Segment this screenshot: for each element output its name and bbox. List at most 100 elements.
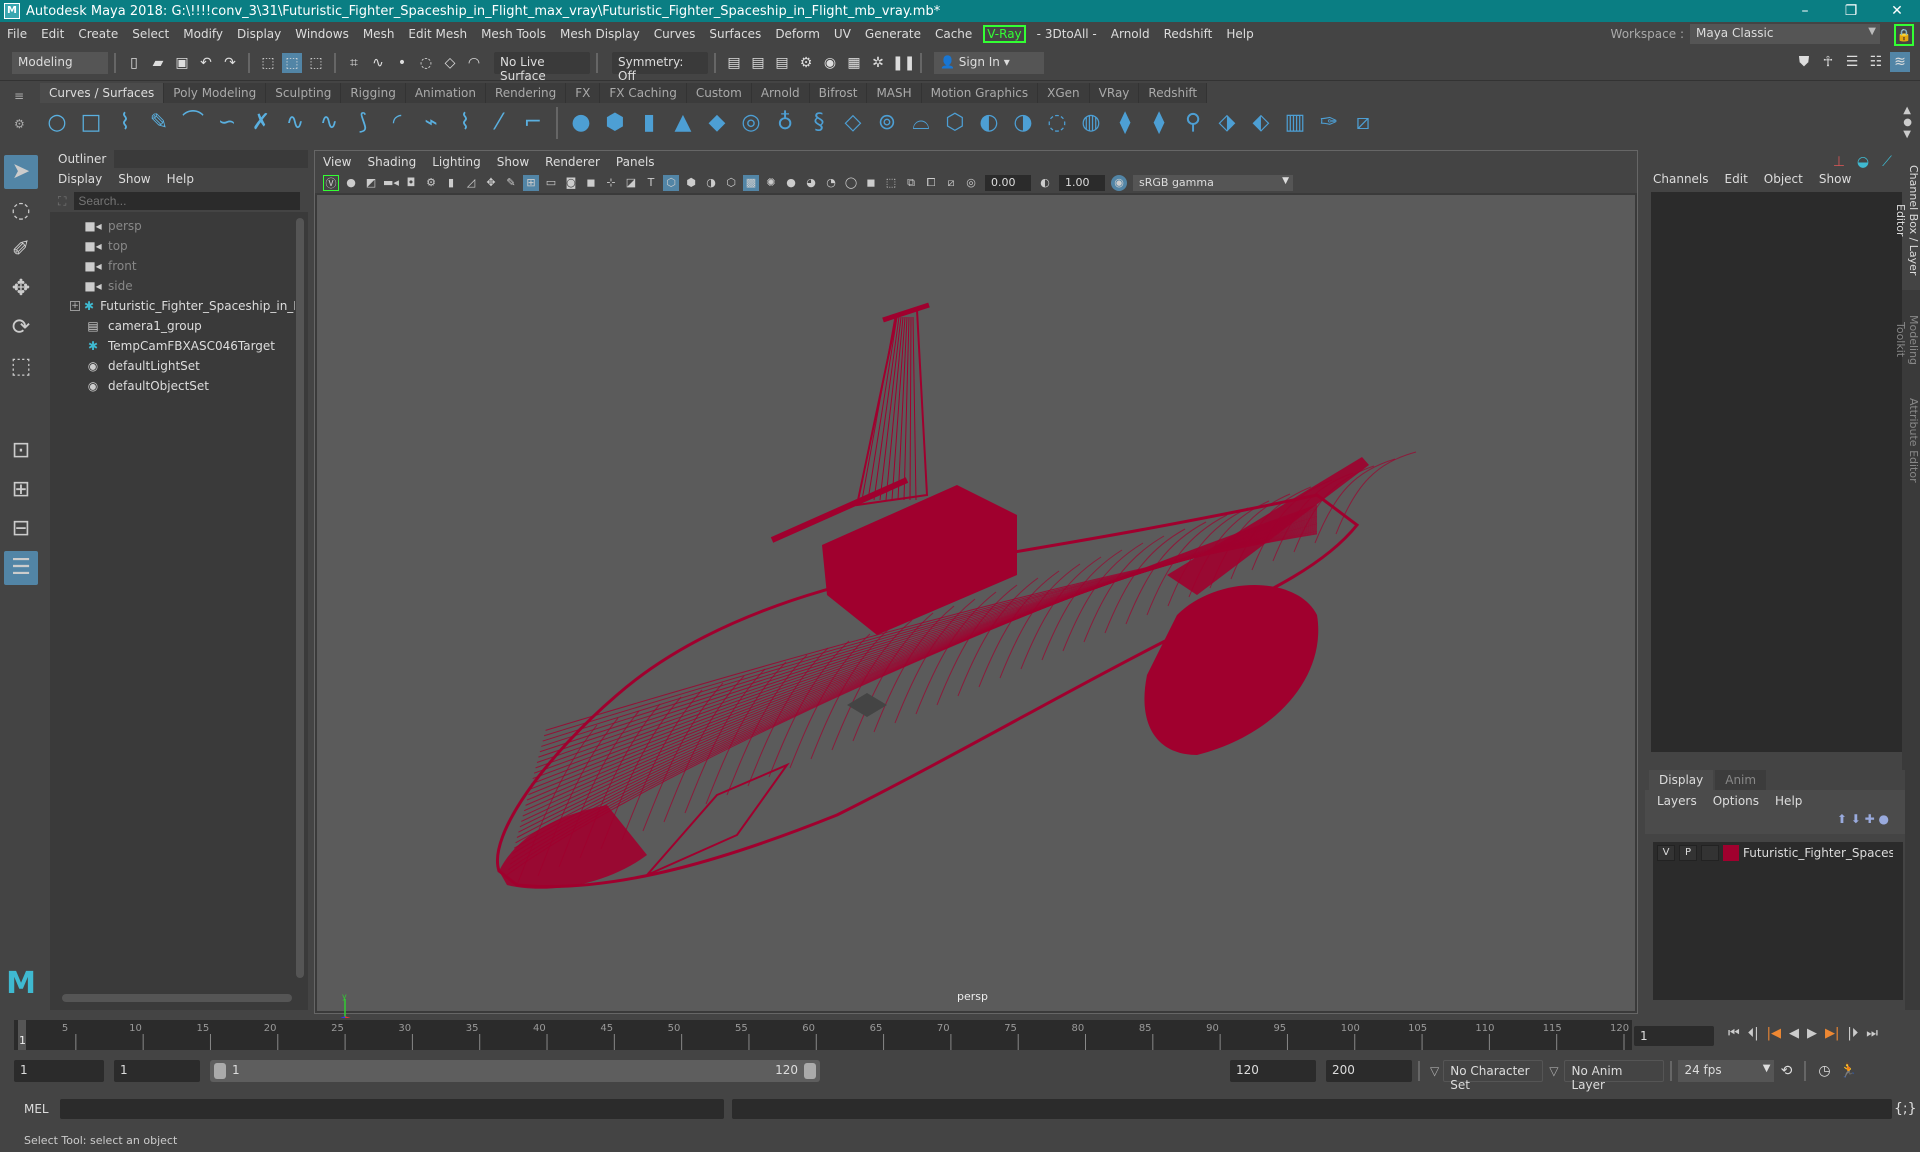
extend-surface-icon[interactable]: ⬖	[1248, 110, 1274, 136]
loft-icon[interactable]: §	[806, 110, 832, 136]
layer-color-swatch[interactable]	[1723, 845, 1739, 861]
outliner-menu-help[interactable]: Help	[167, 172, 194, 186]
viewport-menu-view[interactable]: View	[323, 155, 351, 169]
shelf-tab-rigging[interactable]: Rigging	[341, 83, 406, 103]
nurbs-sphere-icon[interactable]: ●	[568, 110, 594, 136]
snap-grid-icon[interactable]: ⌗	[344, 53, 364, 73]
exposure-field[interactable]: 0.00	[985, 175, 1031, 191]
menu-mesh-tools[interactable]: Mesh Tools	[474, 27, 553, 41]
grid-icon[interactable]: ⊞	[523, 175, 539, 191]
play-forwards-icon[interactable]: ▶	[1807, 1026, 1817, 1041]
detach-curves-icon[interactable]: ∿	[316, 110, 342, 136]
nurbs-cone-icon[interactable]: ▲	[670, 110, 696, 136]
manipulator-icon[interactable]: ⊥	[1829, 152, 1849, 172]
film-gate-icon[interactable]: ▭	[543, 175, 559, 191]
outliner-item-top[interactable]: ■◂ top	[50, 236, 295, 256]
shelf-tab-motion-graphics[interactable]: Motion Graphics	[921, 83, 1039, 103]
undo-icon[interactable]: ↶	[196, 53, 216, 73]
step-back-frame-icon[interactable]: |◀	[1767, 1026, 1781, 1041]
hypershade-icon[interactable]: ◉	[820, 53, 840, 73]
shelf-tab-custom[interactable]: Custom	[686, 83, 752, 103]
shelf-menu-icon[interactable]: ≡ ⚙	[14, 89, 25, 131]
redshift-icon[interactable]: ◩	[363, 175, 379, 191]
open-scene-icon[interactable]: ▰	[148, 53, 168, 73]
menu-mesh[interactable]: Mesh	[356, 27, 402, 41]
revolve-icon[interactable]: ♁	[772, 110, 798, 136]
sculpt-geometry-icon[interactable]: ✑	[1316, 110, 1342, 136]
untrim-icon[interactable]: ◍	[1078, 110, 1104, 136]
menu-edit[interactable]: Edit	[34, 27, 71, 41]
tab-channel-box-layer-editor[interactable]: Channel Box / Layer Editor	[1894, 150, 1920, 290]
xray-icon[interactable]: ▩	[743, 175, 759, 191]
character-set-arrow-icon[interactable]: ▽	[1430, 1064, 1439, 1078]
select-hierarchy-icon[interactable]: ⬚	[258, 53, 278, 73]
lock-icon[interactable]: 🔒	[1894, 24, 1914, 46]
attach-curves-icon[interactable]: ∿	[282, 110, 308, 136]
wireframe-on-shaded-icon[interactable]: ⬡	[723, 175, 739, 191]
step-forward-frame-icon[interactable]: ▶|	[1825, 1026, 1839, 1041]
viewport-menu-shading[interactable]: Shading	[367, 155, 416, 169]
layers-menu-options[interactable]: Options	[1713, 794, 1759, 808]
outliner-vertical-scrollbar[interactable]	[296, 218, 304, 978]
outliner-item-persp[interactable]: ■◂ persp	[50, 216, 295, 236]
anim-layer-arrow-icon[interactable]: ▽	[1549, 1064, 1558, 1078]
snap-surface-icon[interactable]: ◇	[440, 53, 460, 73]
3d-viewport[interactable]: y x z persp	[317, 195, 1635, 1027]
nurbs-circle-icon[interactable]: ○	[44, 110, 70, 136]
redo-icon[interactable]: ↷	[220, 53, 240, 73]
tab-modeling-toolkit[interactable]: Modeling Toolkit	[1894, 290, 1920, 390]
go-to-start-icon[interactable]: ⏮	[1728, 1026, 1740, 1041]
attach-surfaces-icon[interactable]: ⧫	[1112, 110, 1138, 136]
menu-file[interactable]: File	[0, 27, 34, 41]
use-all-lights-icon[interactable]: ✺	[763, 175, 779, 191]
menu-display[interactable]: Display	[230, 27, 288, 41]
speed-icon[interactable]: ◒	[1853, 152, 1873, 172]
go-to-end-icon[interactable]: ⏭	[1866, 1026, 1878, 1041]
open-close-surface-icon[interactable]: ⚲	[1180, 110, 1206, 136]
menu-create[interactable]: Create	[71, 27, 125, 41]
animation-start-field[interactable]: 1	[14, 1060, 104, 1082]
gamma-field[interactable]: 1.00	[1059, 175, 1105, 191]
camera-attributes-icon[interactable]: ⚙	[423, 175, 439, 191]
pencil-curve-icon[interactable]: ✎	[146, 110, 172, 136]
outliner-item-side[interactable]: ■◂ side	[50, 276, 295, 296]
nurbs-square-icon[interactable]: □	[78, 110, 104, 136]
menu-windows[interactable]: Windows	[288, 27, 356, 41]
outliner-menu-show[interactable]: Show	[118, 172, 150, 186]
outliner-item-tempcam-target[interactable]: ✱ TempCamFBXASC046Target	[50, 336, 295, 356]
channelbox-menu-show[interactable]: Show	[1819, 172, 1851, 186]
color-space-dropdown[interactable]: sRGB gamma	[1133, 175, 1293, 191]
nurbs-plane-icon[interactable]: ◆	[704, 110, 730, 136]
shelf-tab-curves-surfaces[interactable]: Curves / Surfaces	[40, 83, 165, 103]
grease-pencil-icon[interactable]: ✎	[503, 175, 519, 191]
menu-deform[interactable]: Deform	[768, 27, 827, 41]
shelf-tab-arnold[interactable]: Arnold	[751, 83, 810, 103]
menu-select[interactable]: Select	[125, 27, 176, 41]
channelbox-menu-channels[interactable]: Channels	[1653, 172, 1709, 186]
cv-curve-icon[interactable]: ⌒	[180, 110, 206, 136]
gate-mask-icon[interactable]: ◼	[583, 175, 599, 191]
current-frame-field[interactable]: 1	[1634, 1026, 1714, 1046]
command-language-label[interactable]: MEL	[24, 1102, 60, 1116]
select-component-icon[interactable]: ⬚	[306, 53, 326, 73]
add-points-icon[interactable]: ⌐	[520, 110, 546, 136]
command-input[interactable]	[60, 1099, 724, 1119]
attribute-editor-icon[interactable]: ☰	[1842, 52, 1862, 72]
symmetry-dropdown[interactable]: Symmetry: Off	[612, 52, 708, 83]
render-current-icon[interactable]: ▤	[748, 53, 768, 73]
layers-menu-help[interactable]: Help	[1775, 794, 1802, 808]
character-set-field[interactable]: No Character Set	[1443, 1060, 1544, 1092]
menu-cache[interactable]: Cache	[928, 27, 979, 41]
select-tool-icon[interactable]: ➤	[4, 155, 38, 189]
step-back-key-icon[interactable]: ⏴|	[1748, 1026, 1759, 1041]
safe-title-icon[interactable]: T	[643, 175, 659, 191]
character-controls-icon[interactable]: ☥	[1818, 52, 1838, 72]
arnold-icon[interactable]: ●	[343, 175, 359, 191]
select-camera-icon[interactable]: ▬◂	[383, 175, 399, 191]
play-backwards-icon[interactable]: ◀	[1789, 1026, 1799, 1041]
menu-help[interactable]: Help	[1219, 27, 1260, 41]
insert-knot-icon[interactable]: ⟆	[350, 110, 376, 136]
depth-of-field-icon[interactable]: ◼	[863, 175, 879, 191]
snap-point-icon[interactable]: •	[392, 53, 412, 73]
menu-modify[interactable]: Modify	[176, 27, 230, 41]
